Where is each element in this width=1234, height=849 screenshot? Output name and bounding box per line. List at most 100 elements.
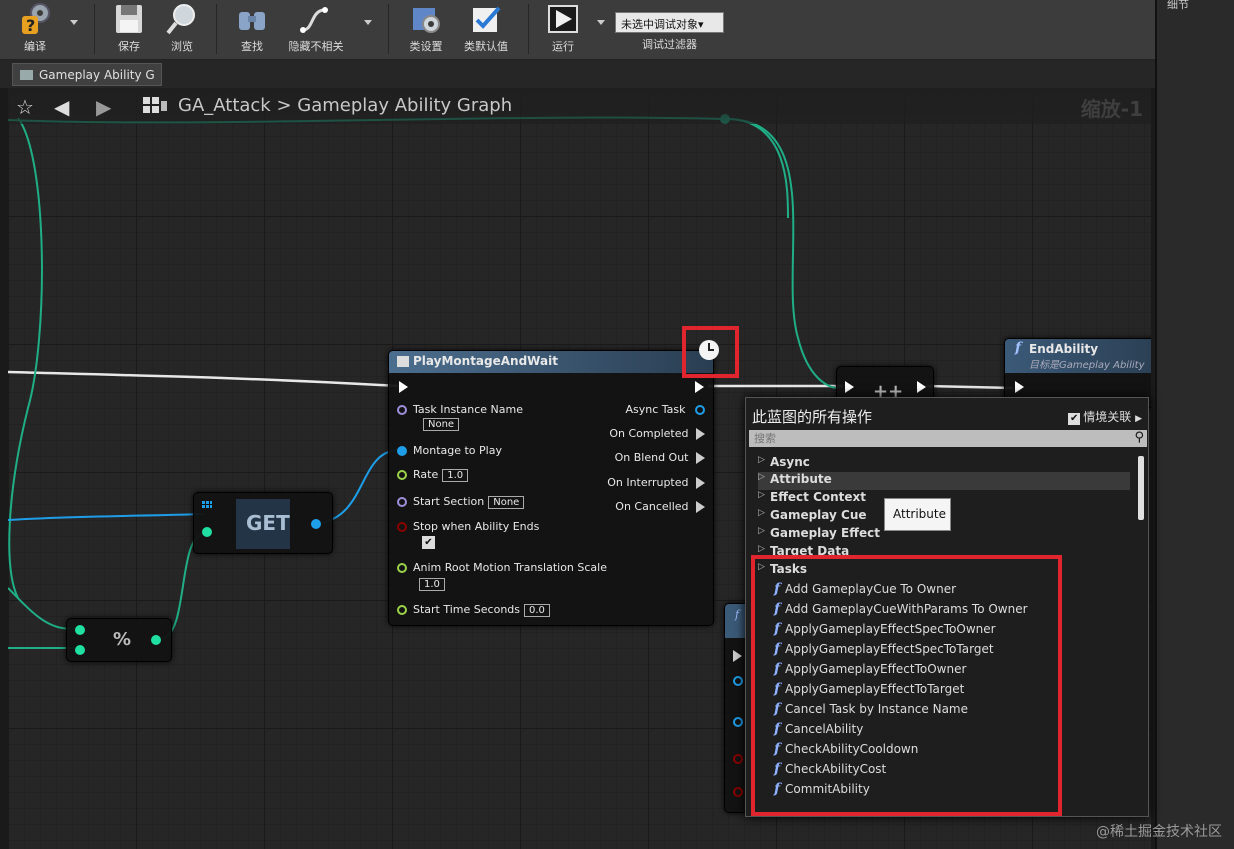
int-wire — [724, 117, 789, 219]
breadcrumb-graph[interactable]: Gameplay Ability Graph — [297, 95, 512, 116]
start-section-field[interactable]: None — [488, 496, 525, 509]
modulo-output-pin[interactable] — [151, 635, 161, 645]
task-instance-name-field[interactable]: None — [423, 418, 460, 431]
stop-when-ability-ends-row: Stop when Ability Ends — [397, 520, 539, 533]
context-sensitive-label: 情境关联 — [1083, 410, 1132, 424]
exec-input-pin[interactable] — [399, 381, 408, 393]
browse-button[interactable]: 浏览 — [156, 0, 208, 56]
rate-label: Rate — [413, 468, 439, 481]
montage-to-play-pin[interactable] — [397, 446, 407, 456]
end-ability-exec-input-pin[interactable] — [1015, 381, 1024, 393]
action-search-input[interactable] — [749, 430, 1147, 447]
class-settings-icon — [413, 8, 440, 33]
get-node-title: GET — [246, 511, 290, 535]
anim-root-motion-field[interactable]: 1.0 — [419, 578, 445, 591]
get-output-pin[interactable] — [311, 519, 321, 529]
compile-button[interactable]: ? 编译 — [8, 0, 62, 56]
start-time-seconds-field[interactable]: 0.0 — [524, 604, 550, 617]
partial-object-pin[interactable] — [733, 676, 743, 686]
debug-object-select[interactable]: 未选中调试对象▾ — [615, 12, 724, 33]
context-options-arrow-icon[interactable]: ▶ — [1135, 414, 1142, 424]
modulo-input-a-pin[interactable] — [75, 625, 85, 635]
task-instance-name-value-row: None — [419, 417, 460, 431]
on-cancelled-pin[interactable] — [696, 501, 705, 513]
rate-field[interactable]: 1.0 — [442, 469, 469, 482]
play-montage-and-wait-node[interactable]: PlayMontageAndWait Task Instance Name No… — [388, 350, 714, 626]
context-sensitive-checkbox[interactable]: ✔ — [1068, 413, 1081, 425]
array-icon — [202, 501, 212, 508]
toolbar-separator — [216, 4, 217, 54]
category-async[interactable]: Async — [758, 455, 1130, 473]
on-completed-pin[interactable] — [696, 428, 705, 440]
graph-document-tab[interactable]: Gameplay Ability G — [12, 63, 162, 86]
run-label: 运行 — [552, 40, 574, 53]
exec-wire — [8, 370, 399, 388]
run-icon — [548, 5, 578, 33]
find-button[interactable]: 查找 — [226, 0, 278, 56]
compile-icon: ? — [22, 3, 50, 35]
debug-filter-label: 调试过滤器 — [642, 38, 697, 51]
attribute-tooltip: Attribute — [884, 498, 951, 531]
details-panel: 细节 — [1155, 0, 1234, 849]
watermark: @稀土掘金技术社区 — [1096, 824, 1222, 840]
partial-bool-pin[interactable] — [733, 754, 743, 764]
graph-header: ☆ ◀ ▶ GA_Attack > Gameplay Ability Graph… — [8, 88, 1151, 124]
stop-when-ability-ends-pin[interactable] — [397, 522, 407, 532]
partial-bool-pin[interactable] — [733, 787, 743, 797]
rate-pin[interactable] — [397, 470, 407, 480]
class-defaults-label: 类默认值 — [464, 40, 508, 53]
stop-when-ability-ends-label: Stop when Ability Ends — [413, 520, 540, 533]
task-instance-name-pin[interactable] — [397, 405, 407, 415]
hide-unrelated-icon — [300, 7, 328, 33]
anim-root-motion-row: Anim Root Motion Translation Scale — [397, 561, 607, 574]
on-completed-label: On Completed — [609, 427, 689, 440]
get-node[interactable]: GET — [193, 492, 333, 554]
save-button[interactable]: 保存 — [103, 0, 155, 56]
category-attribute[interactable]: Attribute — [758, 472, 1130, 490]
on-cancelled-row: On Cancelled — [615, 500, 705, 513]
details-tab[interactable]: 细节 — [1167, 0, 1189, 12]
async-task-pin[interactable] — [695, 405, 705, 415]
breadcrumb-asset[interactable]: GA_Attack — [178, 95, 271, 116]
zoom-level: 缩放-1 — [1080, 97, 1143, 121]
end-ability-title-bar: f EndAbility 目标是Gameplay Ability — [1005, 339, 1151, 373]
compile-label: 编译 — [24, 40, 46, 53]
run-options-caret[interactable] — [597, 20, 605, 25]
context-sensitive-toggle[interactable]: ✔ 情境关联 ▶ — [1068, 408, 1142, 425]
class-settings-button[interactable]: 类设置 — [399, 0, 453, 56]
start-section-pin[interactable] — [397, 497, 407, 507]
run-button[interactable]: 运行 — [537, 0, 589, 56]
star-icon[interactable]: ☆ — [16, 95, 34, 119]
on-blend-out-pin[interactable] — [696, 452, 705, 464]
class-defaults-icon — [473, 6, 501, 32]
back-arrow-icon[interactable]: ◀ — [54, 95, 69, 119]
modulo-input-b-pin[interactable] — [75, 645, 85, 655]
compile-options-caret[interactable] — [70, 20, 78, 25]
modulo-node[interactable]: % — [66, 618, 172, 662]
details-tab-label: 细节 — [1167, 0, 1189, 11]
class-defaults-button[interactable]: 类默认值 — [457, 0, 515, 56]
find-icon — [239, 12, 265, 30]
search-icon[interactable]: ⚲ — [1134, 430, 1144, 445]
anim-root-motion-pin[interactable] — [397, 563, 407, 573]
exec-output-pin[interactable] — [695, 381, 704, 393]
anim-root-motion-value-row: 1.0 — [415, 577, 445, 591]
stop-when-ability-ends-checkbox[interactable]: ✔ — [422, 536, 435, 549]
increment-exec-output-pin[interactable] — [917, 381, 926, 393]
get-index-pin[interactable] — [202, 527, 212, 537]
on-interrupted-pin[interactable] — [696, 477, 705, 489]
save-label: 保存 — [118, 40, 140, 53]
start-time-seconds-pin[interactable] — [397, 605, 407, 615]
hide-unrelated-options-caret[interactable] — [364, 20, 372, 25]
on-blend-out-label: On Blend Out — [614, 451, 689, 464]
forward-arrow-icon[interactable]: ▶ — [96, 95, 111, 119]
partial-object-pin[interactable] — [733, 717, 743, 727]
rate-row: Rate 1.0 — [397, 468, 469, 482]
object-wire — [8, 513, 204, 521]
graph-document-tab-label: Gameplay Ability G — [39, 68, 155, 82]
action-menu-scrollbar[interactable] — [1138, 456, 1144, 520]
partial-exec-pin[interactable] — [733, 650, 742, 662]
increment-exec-input-pin[interactable] — [845, 381, 854, 393]
hide-unrelated-button[interactable]: 隐藏不相关 — [282, 0, 350, 56]
action-menu-title: 此蓝图的所有操作 — [752, 408, 873, 426]
